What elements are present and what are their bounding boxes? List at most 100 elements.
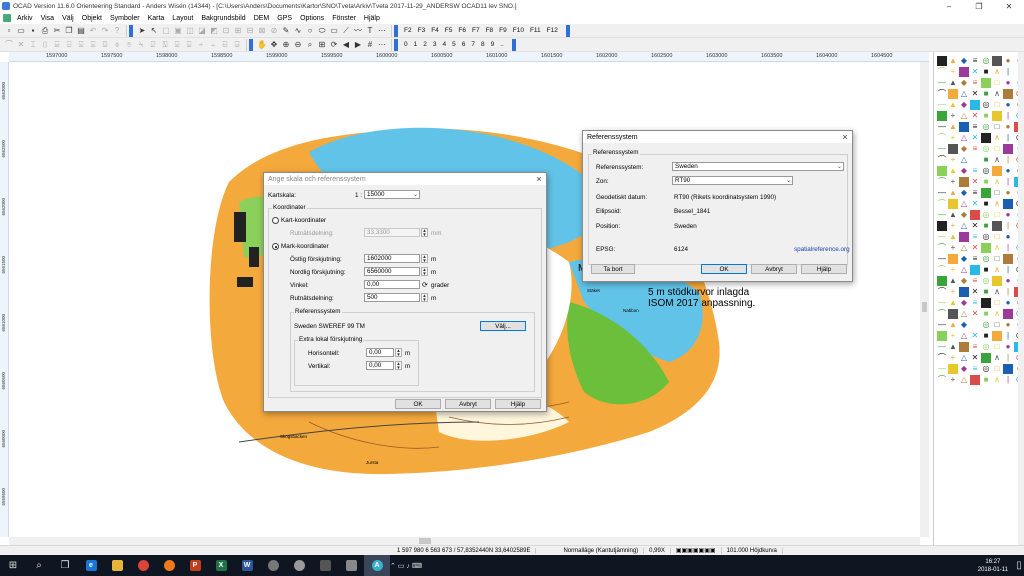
map-symbol-icon[interactable]: ●: [1003, 100, 1013, 110]
map-symbol-icon[interactable]: [981, 353, 991, 363]
close-button[interactable]: ✕: [994, 0, 1024, 12]
map-symbol-icon[interactable]: [992, 56, 1002, 66]
map-symbol-icon[interactable]: ∧: [992, 309, 1002, 319]
map-symbol-icon[interactable]: ●: [1003, 342, 1013, 352]
open-file-icon[interactable]: ▭: [15, 25, 27, 36]
digit-3[interactable]: 3: [430, 41, 440, 48]
rectangle-icon[interactable]: ▭: [328, 25, 340, 36]
map-symbol-icon[interactable]: [981, 243, 991, 253]
straight-line-icon[interactable]: ⟋: [340, 25, 352, 36]
map-symbol-icon[interactable]: □: [992, 254, 1002, 264]
map-symbol-icon[interactable]: —: [937, 78, 947, 88]
map-symbol-icon[interactable]: ≡: [970, 364, 980, 374]
map-symbol-icon[interactable]: [948, 364, 958, 374]
horizontal-scrollbar[interactable]: [9, 537, 920, 545]
map-symbol-icon[interactable]: △: [959, 199, 969, 209]
menu-objekt[interactable]: Objekt: [78, 15, 106, 22]
map-symbol-icon[interactable]: ◆: [959, 188, 969, 198]
menu-options[interactable]: Options: [296, 15, 328, 22]
map-symbol-icon[interactable]: ■: [981, 221, 991, 231]
map-symbol-icon[interactable]: ⌒: [937, 287, 947, 297]
map-symbol-icon[interactable]: ◆: [959, 364, 969, 374]
maximize-button[interactable]: ❐: [964, 0, 994, 12]
map-symbol-icon[interactable]: ∧: [992, 243, 1002, 253]
map-symbol-icon[interactable]: ✕: [970, 243, 980, 253]
kartskala-select[interactable]: 15000 ⌄: [364, 190, 420, 199]
map-symbol-icon[interactable]: ✕: [970, 221, 980, 231]
fkey-f11[interactable]: F11: [527, 27, 544, 34]
map-symbol-icon[interactable]: [1003, 144, 1013, 154]
map-symbol-icon[interactable]: [992, 166, 1002, 176]
refsys-dialog-close-icon[interactable]: ×: [838, 132, 852, 142]
select-object-icon[interactable]: ➤: [136, 25, 148, 36]
map-symbol-icon[interactable]: ◆: [959, 320, 969, 330]
map-symbol-icon[interactable]: ▲: [948, 276, 958, 286]
map-symbol-icon[interactable]: |: [1003, 331, 1013, 341]
tool-b-icon[interactable]: ▣: [172, 25, 184, 36]
map-symbol-icon[interactable]: ◆: [959, 100, 969, 110]
word-icon[interactable]: W: [234, 555, 260, 576]
map-symbol-icon[interactable]: △: [959, 243, 969, 253]
rotate-icon[interactable]: ⟳: [422, 281, 428, 289]
map-symbol-icon[interactable]: |: [1003, 243, 1013, 253]
redo-icon[interactable]: ↷: [99, 25, 111, 36]
tool-c-icon[interactable]: ◫: [184, 25, 196, 36]
minimize-button[interactable]: –: [934, 0, 964, 12]
copy-icon[interactable]: ❐: [63, 25, 75, 36]
map-symbol-icon[interactable]: —: [937, 188, 947, 198]
tool-d-icon[interactable]: ◪: [196, 25, 208, 36]
map-symbol-icon[interactable]: ⌒: [937, 155, 947, 165]
map-symbol-icon[interactable]: ▲: [948, 166, 958, 176]
map-symbol-icon[interactable]: ✕: [970, 133, 980, 143]
map-symbol-icon[interactable]: +: [948, 155, 958, 165]
toolbar-grip-3[interactable]: [565, 24, 570, 37]
menu-karta[interactable]: Karta: [144, 15, 169, 22]
map-symbol-icon[interactable]: ■: [981, 375, 991, 385]
firefox-icon[interactable]: [156, 555, 182, 576]
menu-dem[interactable]: DEM: [250, 15, 274, 22]
map-symbol-icon[interactable]: △: [959, 375, 969, 385]
map-symbol-icon[interactable]: [1003, 199, 1013, 209]
curve-icon[interactable]: ∿: [292, 25, 304, 36]
map-symbol-icon[interactable]: ◎: [981, 276, 991, 286]
map-symbol-icon[interactable]: ◎: [981, 144, 991, 154]
map-symbol-icon[interactable]: □: [992, 232, 1002, 242]
status-view-icons[interactable]: ▣▣▣▣▣▣▣: [671, 547, 722, 554]
toolbar-grip-6[interactable]: [511, 38, 516, 51]
map-symbol-icon[interactable]: —: [937, 232, 947, 242]
digit-4[interactable]: 4: [440, 41, 450, 48]
map-symbol-icon[interactable]: ⌒: [937, 67, 947, 77]
map-symbol-icon[interactable]: △: [959, 353, 969, 363]
map-symbol-icon[interactable]: ≡: [970, 188, 980, 198]
map-symbol-icon[interactable]: [1003, 364, 1013, 374]
map-symbol-icon[interactable]: ⌒: [937, 265, 947, 275]
map-symbol-icon[interactable]: ✕: [970, 331, 980, 341]
map-symbol-icon[interactable]: ✕: [970, 309, 980, 319]
map-symbol-icon[interactable]: □: [992, 100, 1002, 110]
map-symbol-icon[interactable]: ∧: [992, 177, 1002, 187]
map-symbol-icon[interactable]: |: [1003, 221, 1013, 231]
tool-i-icon[interactable]: ⊠: [256, 25, 268, 36]
help-icon[interactable]: ?: [111, 25, 123, 36]
map-symbol-icon[interactable]: ∧: [992, 353, 1002, 363]
scale-hjalp-button[interactable]: Hjälp: [495, 399, 541, 409]
tool-t-icon[interactable]: ⍀: [135, 39, 147, 50]
rutnat-input[interactable]: 500: [364, 293, 420, 302]
map-symbol-icon[interactable]: |: [1003, 67, 1013, 77]
map-symbol-icon[interactable]: +: [948, 353, 958, 363]
map-symbol-icon[interactable]: ✕: [970, 67, 980, 77]
map-symbol-icon[interactable]: □: [992, 364, 1002, 374]
map-symbol-icon[interactable]: [992, 111, 1002, 121]
kart-koordinater-radio[interactable]: [272, 217, 279, 224]
map-symbol-icon[interactable]: [970, 265, 980, 275]
map-symbol-icon[interactable]: ✕: [970, 199, 980, 209]
map-symbol-icon[interactable]: [981, 133, 991, 143]
paste-icon[interactable]: ▤: [75, 25, 87, 36]
tool-m-icon[interactable]: ⌸: [51, 39, 63, 50]
map-symbol-icon[interactable]: [948, 89, 958, 99]
map-symbol-icon[interactable]: ◎: [981, 254, 991, 264]
map-symbol-icon[interactable]: ◆: [959, 166, 969, 176]
more-tools-icon[interactable]: ⋯: [376, 25, 388, 36]
map-symbol-icon[interactable]: ■: [981, 155, 991, 165]
map-symbol-icon[interactable]: [981, 298, 991, 308]
